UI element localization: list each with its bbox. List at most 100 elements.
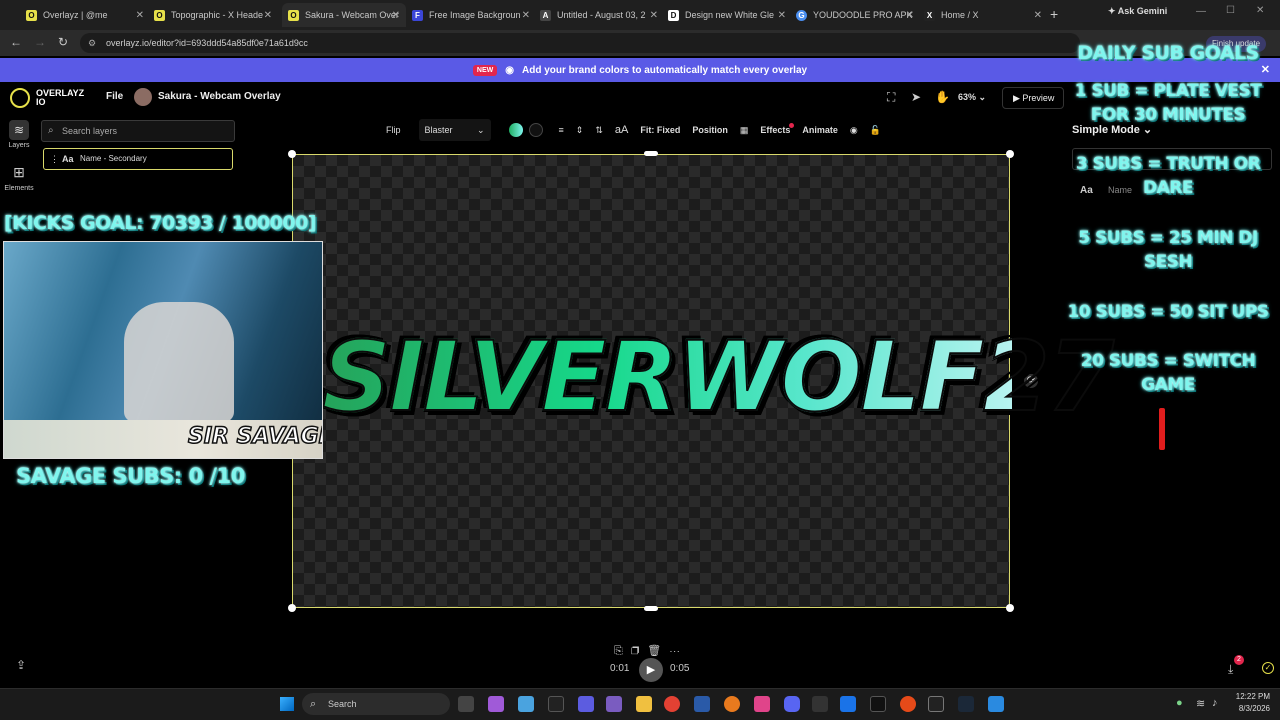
copy-icon[interactable]: ⎘ [614, 645, 631, 657]
window-close-icon[interactable]: ✕ [1256, 5, 1264, 16]
close-tab-icon[interactable]: ✕ [136, 10, 144, 21]
resize-handle[interactable] [1006, 150, 1014, 158]
resize-handle[interactable] [288, 604, 296, 612]
canvas-title-text[interactable]: SILVERWOLF27 [321, 321, 1115, 433]
delete-icon[interactable]: 🗑 [647, 645, 669, 657]
fill-color-swatch[interactable] [508, 123, 523, 137]
checklist-icon[interactable]: ✓ [1262, 662, 1274, 674]
hand-icon[interactable]: ✋ [935, 90, 950, 104]
ask-gemini-button[interactable]: ✦ Ask Gemini [1108, 6, 1167, 17]
resize-handle[interactable] [1006, 604, 1014, 612]
resize-handle[interactable] [644, 606, 658, 611]
align-icon[interactable]: ≡ [553, 119, 570, 141]
clock-date[interactable]: 8/3/2026 [1230, 704, 1270, 713]
drag-handle-icon[interactable]: ⋮ [50, 149, 59, 169]
palette-icon: ◉ [505, 64, 514, 76]
close-tab-icon[interactable]: ✕ [264, 10, 272, 21]
clock-time[interactable]: 12:22 PM [1230, 692, 1270, 701]
maximize-icon[interactable]: ☐ [1226, 5, 1235, 16]
play-button[interactable]: ▶ [639, 658, 663, 682]
windows-start-icon[interactable] [280, 697, 294, 711]
new-tab-icon[interactable]: + [1050, 6, 1058, 22]
taskbar-search[interactable]: ⌕ Search [302, 693, 450, 715]
elements-icon[interactable]: ⊞ [10, 164, 28, 182]
kicks-goal-text: [KICKS GOAL: 70393 / 100000] [4, 212, 316, 234]
app-icon[interactable] [694, 696, 710, 712]
app-icon[interactable] [870, 696, 886, 712]
project-title[interactable]: Sakura - Webcam Overlay [158, 91, 281, 102]
preview-button[interactable]: ▶ Preview [1002, 87, 1064, 109]
app-icon[interactable] [900, 696, 916, 712]
file-explorer-icon[interactable] [636, 696, 652, 712]
close-tab-icon[interactable]: ✕ [392, 10, 400, 21]
close-tab-icon[interactable]: ✕ [522, 10, 530, 21]
text-size-icon[interactable]: aA [609, 119, 634, 141]
url-field[interactable]: ⚙ overlayz.io/editor?id=693ddd54a85df0e7… [80, 33, 1080, 53]
app-icon[interactable] [988, 696, 1004, 712]
fit-fixed-button[interactable]: Fit: Fixed [634, 119, 686, 141]
layer-item-selected[interactable]: ⋮ Aa Name - Secondary [43, 148, 233, 170]
chrome-icon[interactable] [664, 696, 680, 712]
back-icon[interactable]: ← [10, 35, 22, 49]
app-icon[interactable] [754, 696, 770, 712]
fullscreen-icon[interactable]: ⛶ [887, 90, 895, 105]
duplicate-icon[interactable]: ❐ [631, 645, 647, 657]
browser-tab[interactable]: X Home / X ✕ [924, 3, 1048, 27]
zoom-select[interactable]: 63% ⌄ [958, 92, 986, 103]
browser-tab[interactable]: O Overlayz | @me ✕ [26, 3, 150, 27]
task-view-icon[interactable] [458, 696, 474, 712]
browser-tab[interactable]: A Untitled - August 03, 2 ✕ [540, 3, 664, 27]
rail-label-layers: Layers [8, 142, 30, 149]
webcam-person [124, 302, 234, 422]
file-menu[interactable]: File [106, 91, 123, 102]
line-spacing-icon[interactable]: ⇅ [589, 119, 609, 141]
flip-button[interactable]: Flip [380, 119, 407, 141]
visibility-eye-icon[interactable]: ◉ [844, 119, 864, 141]
browser-tab-active[interactable]: O Sakura - Webcam Over ✕ [282, 3, 406, 27]
image-favicon-icon: F [412, 9, 423, 21]
microphone-icon[interactable]: ● [1176, 697, 1183, 709]
resize-handle[interactable] [644, 151, 658, 156]
app-icon[interactable] [606, 696, 622, 712]
minimize-icon[interactable]: — [1196, 6, 1206, 17]
forward-icon[interactable]: → [34, 35, 46, 49]
export-icon[interactable]: ⇪ [12, 658, 30, 676]
vertical-align-icon[interactable]: ⇕ [570, 119, 590, 141]
transparency-icon[interactable]: ▦ [734, 119, 755, 141]
copilot-icon[interactable] [488, 696, 504, 712]
app-icon[interactable] [578, 696, 594, 712]
discord-icon[interactable] [784, 696, 800, 712]
app-icon[interactable] [840, 696, 856, 712]
download-icon[interactable]: ⤓ [1228, 662, 1233, 677]
more-icon[interactable]: ⋯ [669, 645, 688, 657]
capcut-icon[interactable] [812, 696, 828, 712]
stroke-color-swatch[interactable] [528, 123, 543, 137]
effects-button[interactable]: Effects [754, 119, 796, 141]
browser-tab[interactable]: F Free Image Backgroun ✕ [412, 3, 536, 27]
app-icon[interactable] [548, 696, 564, 712]
browser-tab[interactable]: D Design new White Gle ✕ [668, 3, 792, 27]
close-tab-icon[interactable]: ✕ [650, 10, 658, 21]
network-icon[interactable]: ≋ [1196, 697, 1205, 710]
close-tab-icon[interactable]: ✕ [1034, 10, 1042, 21]
volume-icon[interactable]: ♪ [1212, 697, 1218, 709]
close-tab-icon[interactable]: ✕ [906, 10, 914, 21]
browser-tab[interactable]: O Topographic - X Heade ✕ [154, 3, 278, 27]
close-tab-icon[interactable]: ✕ [778, 10, 786, 21]
pointer-icon[interactable]: ➤ [911, 90, 921, 104]
resize-handle[interactable] [288, 150, 296, 158]
reload-icon[interactable]: ↻ [58, 35, 68, 49]
site-info-icon[interactable]: ⚙ [88, 33, 96, 53]
position-button[interactable]: Position [686, 119, 734, 141]
browser-tab[interactable]: G YOUDOODLE PRO APK ✕ [796, 3, 920, 27]
font-select[interactable]: Blaster ⌄ [418, 119, 491, 141]
app-icon[interactable] [518, 696, 534, 712]
animate-button[interactable]: Animate [796, 119, 844, 141]
app-icon[interactable] [724, 696, 740, 712]
banner-text[interactable]: Add your brand colors to automatically m… [522, 65, 807, 76]
layers-icon[interactable]: ≋ [9, 120, 29, 140]
obs-icon[interactable] [928, 696, 944, 712]
steam-icon[interactable] [958, 696, 974, 712]
lock-icon[interactable]: 🔓 [864, 119, 887, 141]
search-layers-input[interactable]: ⌕ Search layers [41, 120, 235, 142]
